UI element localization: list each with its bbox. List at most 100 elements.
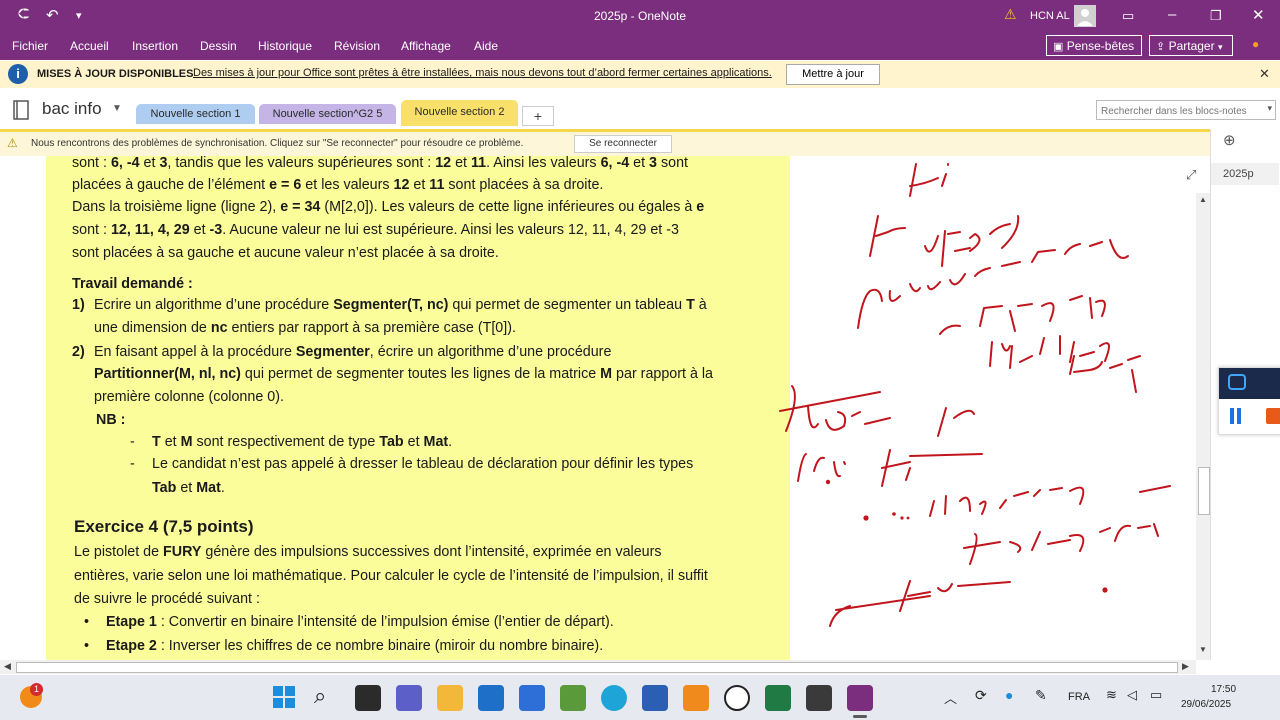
pense-betes-label: Pense-bêtes: [1066, 39, 1135, 53]
note-icon: ▣: [1053, 41, 1064, 53]
menu-revision[interactable]: Révision: [334, 39, 380, 53]
tab-nouvelle-section-1[interactable]: Nouvelle section 1: [136, 104, 255, 124]
chevron-up-icon[interactable]: ︿: [944, 688, 957, 707]
wifi-icon[interactable]: ≋: [1106, 687, 1117, 703]
pense-betes-button[interactable]: ▣ Pense-bêtes: [1046, 35, 1142, 56]
user-name[interactable]: HCN AL: [1030, 10, 1070, 22]
battery-icon[interactable]: ▭: [1150, 687, 1162, 703]
menu-historique[interactable]: Historique: [258, 39, 312, 53]
expand-icon[interactable]: ⤢: [1186, 167, 1196, 183]
close-icon[interactable]: ✕: [1259, 66, 1270, 82]
volume-icon[interactable]: ◁: [1127, 687, 1137, 703]
file-explorer-icon[interactable]: [437, 685, 463, 711]
partager-button[interactable]: ⇪ Partager ▾: [1149, 35, 1233, 56]
clock-date[interactable]: 29/06/2025: [1181, 699, 1231, 710]
menu-fichier[interactable]: Fichier: [12, 39, 48, 53]
search-input[interactable]: [1099, 102, 1263, 120]
scroll-down-icon[interactable]: ▼: [1199, 645, 1207, 654]
active-indicator: [853, 715, 867, 718]
chevron-down-icon[interactable]: ▾: [1267, 103, 1272, 114]
restore-icon[interactable]: ❐: [1210, 8, 1222, 24]
notebook-name[interactable]: bac info: [42, 99, 102, 119]
tab-nouvelle-section-g2-5[interactable]: Nouvelle section^G2 5: [259, 104, 396, 124]
question-line: Partitionner(M, nl, nc) qui permet de se…: [94, 366, 714, 382]
close-icon[interactable]: ✕: [1252, 6, 1265, 24]
clock-time[interactable]: 17:50: [1211, 684, 1236, 695]
partager-label: Partager: [1168, 39, 1215, 53]
language-indicator[interactable]: FRA: [1068, 691, 1090, 703]
excel-icon[interactable]: [765, 685, 791, 711]
reconnect-button[interactable]: Se reconnecter: [574, 135, 672, 153]
chatgpt-icon[interactable]: [724, 685, 750, 711]
search-box[interactable]: ▾: [1096, 100, 1276, 120]
add-page-icon[interactable]: ⊕: [1223, 131, 1236, 149]
add-section-button[interactable]: +: [522, 106, 554, 126]
scroll-right-icon[interactable]: ▶: [1182, 661, 1189, 672]
avatar[interactable]: [1074, 5, 1096, 27]
ribbon-display-icon[interactable]: ▭: [1122, 8, 1134, 24]
menu-accueil[interactable]: Accueil: [70, 39, 109, 53]
chevron-down-icon[interactable]: ▼: [112, 103, 122, 114]
page-canvas[interactable]: sont : 6, -4 et 3, tandis que les valeur…: [0, 156, 1196, 660]
info-icon: i: [8, 64, 28, 84]
pause-icon[interactable]: [1230, 408, 1234, 424]
scroll-thumb[interactable]: [16, 662, 1178, 673]
edge-icon[interactable]: [601, 685, 627, 711]
taskbar: 1 ⌕ ︿ ⟳ ● ✎ FRA ≋ ◁ ▭ 17:50 29/06/2025: [0, 675, 1280, 720]
menu-dessin[interactable]: Dessin: [200, 39, 237, 53]
pen-icon[interactable]: ✎: [1035, 687, 1047, 704]
question-line: Ecrire un algorithme d’une procédure Seg…: [94, 297, 707, 313]
notebook-icon[interactable]: [12, 100, 30, 120]
menu-affichage[interactable]: Affichage: [401, 39, 451, 53]
app-icon[interactable]: [683, 685, 709, 711]
nb-line: T et M sont respectivement de type Tab e…: [152, 434, 453, 450]
document-image: sont : 6, -4 et 3, tandis que les valeur…: [46, 156, 790, 660]
menu-aide[interactable]: Aide: [474, 39, 498, 53]
update-message-link[interactable]: Des mises à jour pour Office sont prêtes…: [193, 67, 772, 79]
bullet-dash: -: [130, 434, 135, 450]
page-list-item[interactable]: 2025p: [1211, 163, 1279, 185]
list-number: 2): [72, 344, 85, 360]
scroll-thumb[interactable]: [1198, 467, 1210, 515]
exercise-title: Exercice 4 (7,5 points): [74, 517, 254, 536]
exercise-line: Le pistolet de FURY génère des impulsion…: [74, 544, 662, 560]
etape-line: Etape 1 : Convertir en binaire l’intensi…: [106, 614, 614, 630]
stop-icon[interactable]: [1266, 408, 1280, 424]
pause-icon-bar: [1237, 408, 1241, 424]
word-icon[interactable]: [642, 685, 668, 711]
menu-insertion[interactable]: Insertion: [132, 39, 178, 53]
scroll-left-icon[interactable]: ◀: [4, 661, 11, 672]
onenote-icon[interactable]: [847, 685, 873, 711]
app-icon[interactable]: [519, 685, 545, 711]
minimize-icon[interactable]: –: [1168, 6, 1176, 23]
nb-label: NB :: [96, 412, 126, 428]
windows-start-icon[interactable]: [273, 686, 295, 708]
teams-icon[interactable]: [396, 685, 422, 711]
task-view-icon[interactable]: [355, 685, 381, 711]
horizontal-scrollbar[interactable]: ◀ ▶: [0, 660, 1196, 674]
section-heading: Travail demandé :: [72, 276, 193, 292]
recording-header: [1219, 368, 1280, 399]
question-line: une dimension de nc entiers par rapport …: [94, 320, 516, 336]
warning-icon: ⚠: [7, 136, 18, 150]
ink-dots: [825, 479, 1108, 593]
tab-label: Nouvelle section 2: [414, 106, 505, 118]
exercise-line: entières, varie selon une loi mathématiq…: [74, 568, 708, 584]
update-title: MISES À JOUR DISPONIBLES: [37, 68, 194, 80]
search-icon[interactable]: ⌕: [314, 683, 326, 709]
update-button[interactable]: Mettre à jour: [786, 64, 880, 85]
store-icon[interactable]: [478, 685, 504, 711]
doc-line: placées à gauche de l’élément e = 6 et l…: [72, 177, 604, 193]
recording-widget[interactable]: [1218, 367, 1280, 435]
scroll-up-icon[interactable]: ▲: [1199, 195, 1207, 204]
handwritten-ink[interactable]: [770, 156, 1196, 660]
bullet-dot: •: [84, 614, 90, 630]
sync-icon[interactable]: ⟳: [975, 687, 987, 704]
app-icon[interactable]: [806, 685, 832, 711]
nb-line: Tab et Mat.: [152, 480, 225, 496]
tab-nouvelle-section-2[interactable]: Nouvelle section 2: [401, 100, 518, 126]
vertical-scrollbar[interactable]: ▲ ▼: [1196, 193, 1210, 660]
app-icon[interactable]: [560, 685, 586, 711]
microphone-icon[interactable]: ●: [1005, 687, 1013, 703]
chevron-down-icon: ▾: [1217, 42, 1223, 52]
